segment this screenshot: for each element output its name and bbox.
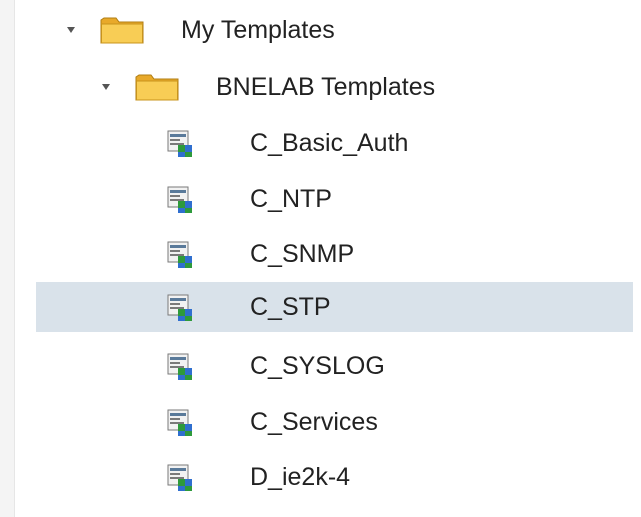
- template-label: C_SNMP: [250, 240, 355, 268]
- tree-node-label: My Templates: [181, 16, 335, 44]
- template-icon: [166, 408, 196, 438]
- template-icon: [166, 185, 196, 215]
- template-label: C_Services: [250, 408, 378, 436]
- folder-icon: [100, 15, 144, 45]
- template-label: C_STP: [250, 293, 331, 321]
- expand-toggle-icon[interactable]: [64, 23, 78, 37]
- tree-node-template-selected[interactable]: C_STP: [36, 282, 633, 332]
- tree-node-template[interactable]: C_Basic_Auth: [36, 118, 633, 168]
- template-icon: [166, 352, 196, 382]
- template-label: C_SYSLOG: [250, 352, 385, 380]
- template-label: C_Basic_Auth: [250, 129, 409, 157]
- tree-node-template[interactable]: C_SYSLOG: [36, 341, 633, 391]
- tree-node-template[interactable]: C_SNMP: [36, 229, 633, 279]
- template-icon: [166, 463, 196, 493]
- tree-node-bnelab-templates[interactable]: BNELAB Templates: [36, 62, 633, 112]
- template-icon: [166, 240, 196, 270]
- tree-node-template[interactable]: C_NTP: [36, 174, 633, 224]
- tree-node-template[interactable]: C_Services: [36, 397, 633, 447]
- template-icon: [166, 129, 196, 159]
- template-label: D_ie2k-4: [250, 463, 351, 491]
- template-icon: [166, 293, 196, 323]
- panel-edge: [0, 0, 15, 517]
- folder-icon: [135, 72, 179, 102]
- template-tree: My Templates BNELAB Templates C_Basic_Au…: [0, 0, 641, 517]
- expand-toggle-icon[interactable]: [99, 80, 113, 94]
- tree-node-template[interactable]: D_ie2k-4: [36, 452, 633, 502]
- template-label: C_NTP: [250, 185, 332, 213]
- tree-node-my-templates[interactable]: My Templates: [36, 5, 633, 55]
- tree-node-label: BNELAB Templates: [216, 73, 436, 101]
